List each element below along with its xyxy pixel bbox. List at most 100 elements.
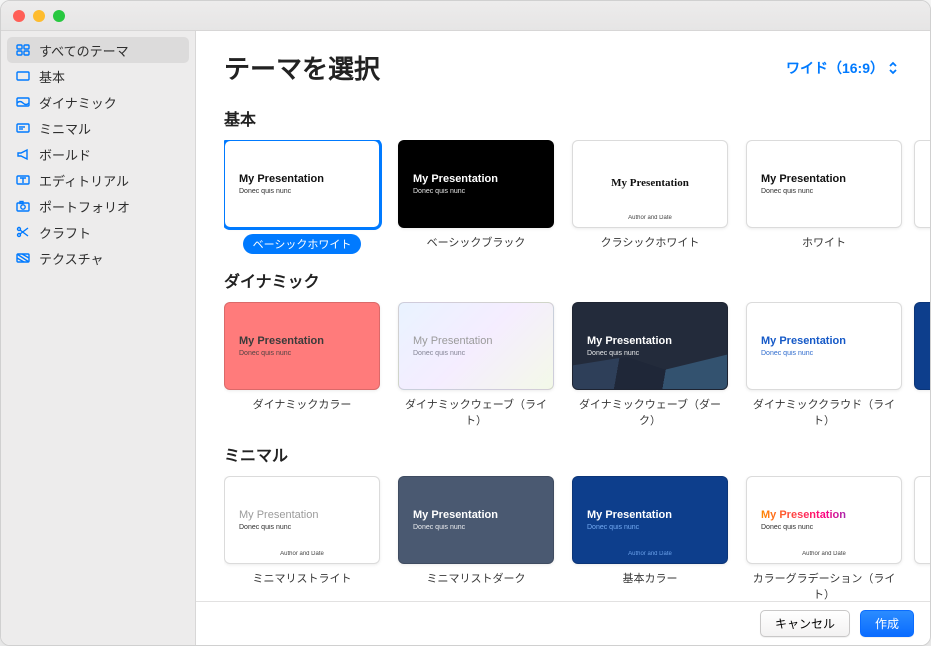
preview-footer: Author and Date <box>573 551 727 557</box>
sidebar-item-label: すべてのテーマ <box>39 41 129 60</box>
sidebar-item-6[interactable]: ポートフォリオ <box>1 193 195 219</box>
preview-title: My Presentation <box>573 177 727 190</box>
theme-card-overflow[interactable] <box>920 302 930 428</box>
sidebar-item-8[interactable]: テクスチャ <box>1 245 195 271</box>
window-controls <box>13 10 65 22</box>
theme-card-overflow[interactable] <box>920 476 930 601</box>
theme-thumbnail: My PresentationDonec quis nunc <box>224 140 380 228</box>
sidebar-item-5[interactable]: エディトリアル <box>1 167 195 193</box>
preview-title: My Presentation <box>761 509 887 522</box>
theme-card[interactable]: My PresentationDonec quis nuncダイナミックカラー <box>224 302 380 428</box>
theme-thumbnail: My PresentationDonec quis nunc <box>746 140 902 228</box>
sidebar: すべてのテーマ基本ダイナミックミニマルボールドエディトリアルポートフォリオクラフ… <box>1 31 196 645</box>
section-title: 基本 <box>224 106 930 130</box>
theme-thumbnail: My PresentationDonec quis nuncAuthor and… <box>746 476 902 564</box>
preview-subtitle: Donec quis nunc <box>761 188 887 195</box>
preview-title: My Presentation <box>761 335 887 348</box>
scissors-icon <box>15 224 31 240</box>
theme-row: My PresentationDonec quis nuncベーシックホワイトM… <box>224 140 930 254</box>
sidebar-item-1[interactable]: 基本 <box>1 63 195 89</box>
theme-scroll-area[interactable]: 基本My PresentationDonec quis nuncベーシックホワイ… <box>196 92 930 601</box>
sidebar-item-label: ダイナミック <box>39 93 117 112</box>
theme-card[interactable]: My PresentationDonec quis nunc ベーシックブラック <box>398 140 554 254</box>
titlebar <box>1 1 930 31</box>
theme-card[interactable]: My PresentationDonec quis nuncAuthor and… <box>746 476 902 601</box>
theme-card-overflow[interactable] <box>920 140 930 254</box>
theme-label: クラシックホワイト <box>601 234 700 250</box>
theme-thumbnail: My PresentationDonec quis nunc <box>224 302 380 390</box>
theme-label: ダイナミックウェーブ（ライト） <box>398 396 554 428</box>
preview-subtitle: Donec quis nunc <box>761 350 887 357</box>
theme-label: ベーシックブラック <box>427 234 526 250</box>
theme-thumbnail: My PresentationAuthor and Date <box>572 140 728 228</box>
preview-subtitle: Donec quis nunc <box>587 350 713 357</box>
theme-card[interactable]: My Presentation Donec quis nunc ダイナミックウェーブ… <box>398 302 554 428</box>
sidebar-item-2[interactable]: ダイナミック <box>1 89 195 115</box>
aspect-ratio-select[interactable]: ワイド（16:9） <box>786 58 898 78</box>
theme-label: ミニマリストライト <box>253 570 352 586</box>
theme-label: ダイナミッククラウド（ライト） <box>746 396 902 428</box>
theme-card[interactable]: My PresentationDonec quis nunc ホワイト <box>746 140 902 254</box>
sidebar-item-label: ポートフォリオ <box>39 197 130 216</box>
sidebar-item-4[interactable]: ボールド <box>1 141 195 167</box>
megaphone-icon <box>15 146 31 162</box>
preview-title: My Presentation <box>413 173 539 186</box>
sidebar-item-3[interactable]: ミニマル <box>1 115 195 141</box>
theme-label: カラーグラデーション（ライト） <box>746 570 902 601</box>
theme-label: ホワイト <box>802 234 846 250</box>
theme-card[interactable]: My PresentationAuthor and Date クラシックホワイト <box>572 140 728 254</box>
theme-card[interactable]: My PresentationDonec quis nuncミニマリストダーク <box>398 476 554 601</box>
create-button[interactable]: 作成 <box>860 610 914 637</box>
main: テーマを選択 ワイド（16:9） 基本My PresentationDonec … <box>196 31 930 645</box>
preview-subtitle: Donec quis nunc <box>413 350 539 357</box>
footer: キャンセル 作成 <box>196 601 930 645</box>
preview-title: My Presentation <box>587 509 713 522</box>
preview-title: My Presentation <box>413 335 539 348</box>
theme-row: My Presentation Donec quis nunc Author and… <box>224 476 930 601</box>
theme-label: ベーシックホワイト <box>243 234 362 254</box>
chevron-updown-icon <box>888 61 898 75</box>
sidebar-item-0[interactable]: すべてのテーマ <box>7 37 189 63</box>
sidebar-item-label: クラフト <box>39 223 91 242</box>
theme-card[interactable]: My PresentationDonec quis nunc ベーシックホワイト <box>224 140 380 254</box>
body: すべてのテーマ基本ダイナミックミニマルボールドエディトリアルポートフォリオクラフ… <box>1 31 930 645</box>
sidebar-item-label: ボールド <box>39 145 91 164</box>
preview-subtitle: Donec quis nunc <box>587 524 713 531</box>
sidebar-item-label: テクスチャ <box>39 249 103 268</box>
close-icon[interactable] <box>13 10 25 22</box>
rect-icon <box>15 68 31 84</box>
cancel-button[interactable]: キャンセル <box>760 610 850 637</box>
theme-thumbnail <box>914 140 931 228</box>
theme-row: My PresentationDonec quis nuncダイナミックカラーM… <box>224 302 930 428</box>
preview-footer: Author and Date <box>225 551 379 557</box>
preview-footer: Author and Date <box>747 551 901 557</box>
preview-subtitle: Donec quis nunc <box>239 350 365 357</box>
theme-card[interactable]: My Presentation Donec quis nunc ダイナミッククラウド… <box>746 302 902 428</box>
sidebar-item-label: 基本 <box>39 67 65 86</box>
preview-subtitle: Donec quis nunc <box>239 188 365 195</box>
theme-chooser-window: すべてのテーマ基本ダイナミックミニマルボールドエディトリアルポートフォリオクラフ… <box>0 0 931 646</box>
aspect-ratio-label: ワイド（16:9） <box>786 58 884 78</box>
maximize-icon[interactable] <box>53 10 65 22</box>
section-title: ダイナミック <box>224 268 930 292</box>
text-icon <box>15 172 31 188</box>
sidebar-item-7[interactable]: クラフト <box>1 219 195 245</box>
theme-card[interactable]: My PresentationDonec quis nunc ダイナミックウェーブ… <box>572 302 728 428</box>
theme-label: ダイナミックウェーブ（ダーク） <box>572 396 728 428</box>
theme-thumbnail: My PresentationDonec quis nunc <box>572 302 728 390</box>
section-title: ミニマル <box>224 442 930 466</box>
preview-subtitle: Donec quis nunc <box>239 524 365 531</box>
preview-title: My Presentation <box>413 509 539 522</box>
minimize-icon[interactable] <box>33 10 45 22</box>
preview-subtitle: Donec quis nunc <box>413 524 539 531</box>
theme-thumbnail: My Presentation Donec quis nunc Author and… <box>572 476 728 564</box>
sidebar-item-label: ミニマル <box>39 119 91 138</box>
header: テーマを選択 ワイド（16:9） <box>196 31 930 92</box>
theme-card[interactable]: My Presentation Donec quis nunc Author and… <box>224 476 380 601</box>
page-title: テーマを選択 <box>224 49 380 86</box>
theme-thumbnail: My PresentationDonec quis nunc <box>398 140 554 228</box>
theme-card[interactable]: My Presentation Donec quis nunc Author and… <box>572 476 728 601</box>
theme-thumbnail: My Presentation Donec quis nunc Author and… <box>224 476 380 564</box>
preview-title: My Presentation <box>239 509 365 522</box>
grid-icon <box>15 42 31 58</box>
